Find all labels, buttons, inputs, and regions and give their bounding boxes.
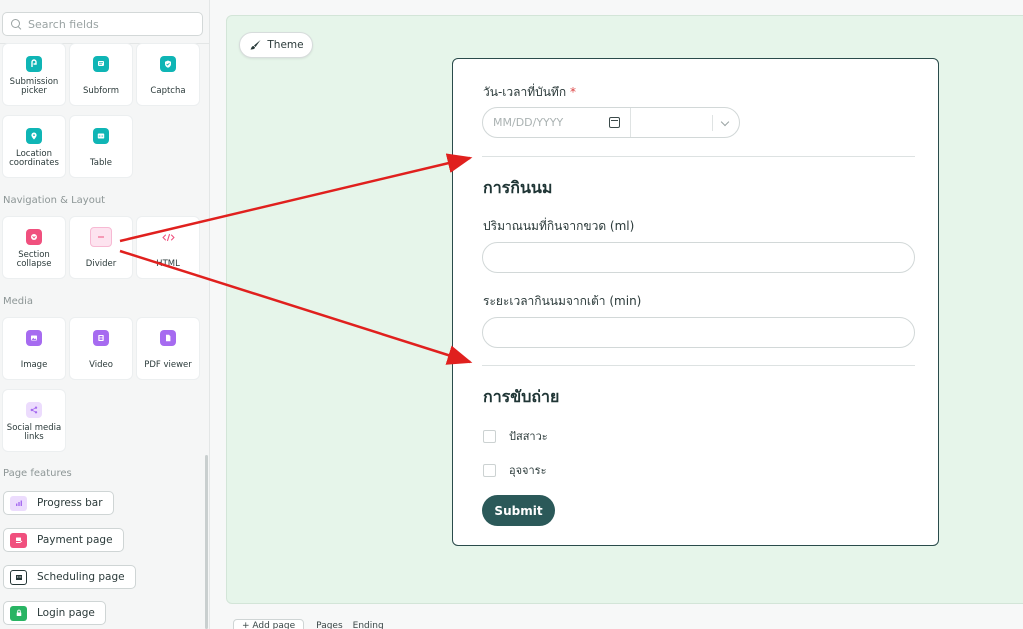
paintbrush-icon (250, 40, 261, 50)
theme-button[interactable]: Theme (239, 32, 313, 58)
table-icon (93, 128, 109, 144)
divider-icon (90, 227, 112, 247)
tile-video[interactable]: Video (70, 318, 132, 379)
progress-bar-button[interactable]: Progress bar (3, 491, 114, 515)
form-divider (482, 365, 915, 366)
location-pin-icon (26, 128, 42, 144)
tile-social-media-links[interactable]: Social media links (3, 390, 65, 451)
tile-label: Submission picker (9, 77, 59, 96)
checkbox-urine-label: ปัสสาวะ (509, 430, 548, 443)
tile-label: Image (20, 360, 48, 370)
tile-label: PDF viewer (144, 360, 192, 370)
breast-duration-label: ระยะเวลากินนมจากเต้า (min) (483, 294, 642, 308)
ending-tab[interactable]: Ending (353, 621, 384, 629)
payment-page-button[interactable]: Payment page (3, 528, 124, 552)
tile-label: Social media links (6, 423, 62, 442)
page-tabs-bar: + Add page Pages Ending (233, 619, 394, 629)
checkbox-urine-row[interactable]: ปัสสาวะ (483, 427, 548, 445)
payment-icon (10, 532, 27, 548)
tile-label: Section collapse (16, 250, 52, 269)
tile-location-coordinates[interactable]: Location coordinates (3, 116, 65, 177)
tile-label: Table (90, 158, 112, 168)
progress-bar-label: Progress bar (37, 497, 103, 509)
tile-label: Divider (85, 259, 117, 269)
form-card: วัน-เวลาที่บันทึก * MM/DD/YYYY การกินนม … (452, 58, 939, 546)
calendar-icon[interactable] (609, 117, 620, 128)
login-page-button[interactable]: Login page (3, 601, 106, 625)
date-placeholder: MM/DD/YYYY (493, 116, 564, 129)
search-icon (11, 18, 22, 30)
select-separator (712, 115, 713, 131)
bar-chart-icon (10, 495, 27, 511)
film-icon (93, 330, 109, 346)
tile-label: Subform (83, 86, 119, 96)
tile-divider[interactable]: Divider (70, 217, 132, 278)
form-divider (482, 156, 915, 157)
tile-label: HTML (156, 259, 180, 269)
section-title-page-features: Page features (3, 468, 72, 479)
theme-label: Theme (267, 39, 304, 51)
tile-submission-picker[interactable]: Submission picker (3, 44, 65, 105)
tile-captcha[interactable]: Captcha (137, 44, 199, 105)
sidebar-scrollbar[interactable] (205, 455, 208, 629)
tile-pdf-viewer[interactable]: PDF viewer (137, 318, 199, 379)
time-select[interactable] (631, 108, 739, 137)
tile-subform[interactable]: Subform (70, 44, 132, 105)
submit-button[interactable]: Submit (482, 495, 555, 526)
date-input[interactable]: MM/DD/YYYY (483, 108, 631, 137)
date-time-label-text: วัน-เวลาที่บันทึก (483, 85, 567, 99)
calendar-icon (10, 569, 27, 585)
scheduling-page-label: Scheduling page (37, 571, 125, 583)
code-icon (160, 229, 176, 245)
section-heading-excretion: การขับถ่าย (483, 387, 560, 406)
section-title-media: Media (3, 296, 34, 307)
required-asterisk: * (569, 85, 576, 99)
date-time-label: วัน-เวลาที่บันทึก * (483, 83, 576, 102)
search-box[interactable] (2, 12, 203, 36)
collapse-icon (26, 229, 42, 245)
submission-picker-icon (26, 56, 42, 72)
pages-tab[interactable]: Pages (316, 621, 342, 629)
checkbox-urine[interactable] (483, 429, 496, 443)
checkbox-stool-label: อุจจาระ (509, 464, 547, 477)
shield-check-icon (160, 56, 176, 72)
tile-label: Captcha (150, 86, 186, 96)
tile-table[interactable]: Table (70, 116, 132, 177)
tile-image[interactable]: Image (3, 318, 65, 379)
bottle-amount-label: ปริมาณนมที่กินจากขวด (ml) (483, 219, 635, 233)
section-title-navigation-layout: Navigation & Layout (3, 195, 106, 206)
tile-label: Location coordinates (9, 149, 59, 168)
checkbox-stool[interactable] (483, 463, 496, 477)
lock-icon (10, 605, 27, 621)
tile-html[interactable]: HTML (137, 217, 199, 278)
field-sidebar: Submission picker Subform Captcha Locati… (0, 0, 210, 629)
tile-label: Video (89, 360, 113, 370)
chevron-down-icon[interactable] (720, 117, 730, 127)
bottle-amount-input[interactable] (482, 242, 915, 273)
payment-page-label: Payment page (37, 534, 113, 546)
section-heading-feeding: การกินนม (483, 178, 553, 197)
document-icon (160, 330, 176, 346)
image-icon (26, 330, 42, 346)
add-page-button[interactable]: + Add page (233, 619, 305, 629)
share-icon (26, 402, 42, 418)
scheduling-page-button[interactable]: Scheduling page (3, 565, 136, 589)
login-page-label: Login page (37, 607, 95, 619)
checkbox-stool-row[interactable]: อุจจาระ (483, 461, 547, 479)
search-input[interactable] (28, 17, 198, 31)
tile-section-collapse[interactable]: Section collapse (3, 217, 65, 278)
subform-icon (93, 56, 109, 72)
breast-duration-input[interactable] (482, 317, 915, 348)
date-time-field: MM/DD/YYYY (482, 107, 740, 138)
